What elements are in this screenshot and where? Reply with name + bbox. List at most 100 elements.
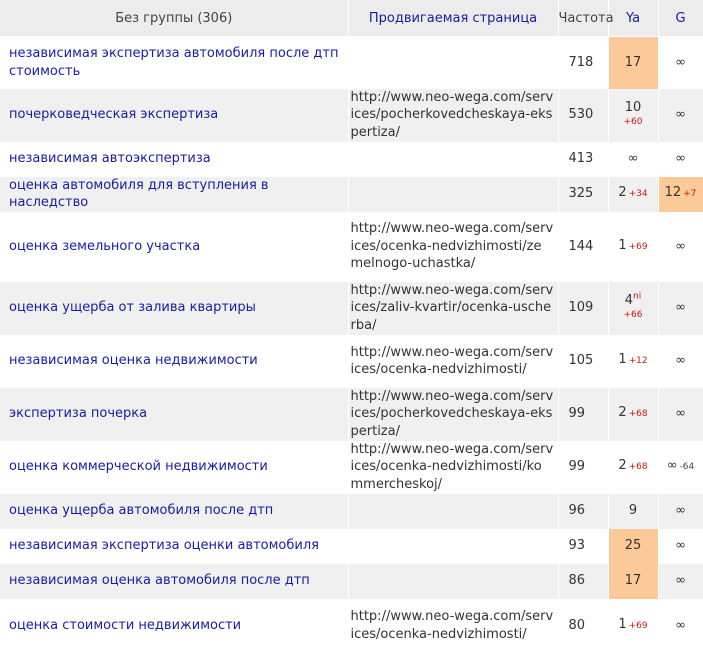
yandex-delta: +69 (628, 620, 648, 631)
google-header[interactable]: G (658, 0, 703, 37)
yandex-position: ∞ (608, 141, 659, 177)
keyword-link[interactable]: оценка земельного участка (0, 211, 349, 282)
rankings-table: Без группы (306) Продвигаемая страница Ч… (0, 0, 703, 653)
table-row: независимая экспертиза автомобиля после … (0, 36, 703, 89)
google-rank: ∞ (666, 458, 678, 474)
page-url (348, 528, 559, 564)
page-url (348, 36, 559, 89)
yandex-rank: 17 (624, 54, 642, 70)
frequency-value: 99 (558, 440, 609, 494)
yandex-delta: +60 (623, 116, 643, 127)
yandex-header[interactable]: Ya (608, 0, 659, 37)
page-url (348, 176, 559, 212)
yandex-position: 17 (608, 563, 659, 599)
google-rank: ∞ (675, 406, 686, 422)
keyword-link[interactable]: независимая экспертиза автомобиля после … (0, 36, 349, 89)
yandex-position: 2 +34 (608, 176, 659, 212)
yandex-position: 2 +68 (608, 440, 659, 494)
google-position: ∞ (658, 211, 703, 282)
yandex-position: 1 +69 (608, 211, 659, 282)
yandex-position: 1 +69 (608, 598, 659, 653)
frequency-value: 99 (558, 387, 609, 441)
frequency-header[interactable]: Частота (558, 0, 614, 37)
yandex-position: 1 +12 (608, 334, 659, 388)
yandex-rank: 9 (628, 503, 638, 519)
yandex-position: 2 +68 (608, 387, 659, 441)
google-position: ∞ (658, 598, 703, 653)
google-position: ∞ (658, 493, 703, 529)
yandex-delta: +68 (628, 462, 648, 473)
keyword-link[interactable]: независимая оценка автомобиля после дтп (0, 563, 349, 599)
google-position: ∞ (658, 36, 703, 89)
page-url: http://www.neo-wega.com/services/pocherk… (348, 88, 559, 142)
frequency-value: 530 (558, 88, 609, 142)
page-url (348, 141, 559, 177)
frequency-value: 413 (558, 141, 609, 177)
frequency-value: 93 (558, 528, 609, 564)
table-row: независимая автоэкспертиза 413 ∞ ∞ (0, 141, 703, 177)
yandex-rank: 1 (618, 237, 627, 253)
google-position: 12 +7 (658, 176, 703, 212)
google-rank: ∞ (675, 503, 686, 519)
yandex-position: 4ni +66 (608, 281, 659, 335)
google-rank: ∞ (675, 54, 686, 70)
page-url (348, 563, 559, 599)
frequency-value: 144 (558, 211, 609, 282)
yandex-rank: 2 (618, 185, 627, 201)
keyword-link[interactable]: независимая автоэкспертиза (0, 141, 349, 177)
keyword-link[interactable]: независимая экспертиза оценки автомобиля (0, 528, 349, 564)
table-row: оценка стоимости недвижимости http://www… (0, 598, 703, 653)
yandex-position: 25 (608, 528, 659, 564)
page-url: http://www.neo-wega.com/services/ocenka-… (348, 211, 559, 282)
yandex-rank: 4 (624, 292, 634, 308)
google-rank: ∞ (675, 151, 686, 167)
google-rank: ∞ (675, 538, 686, 554)
page-url (348, 493, 559, 529)
page-url: http://www.neo-wega.com/services/ocenka-… (348, 440, 559, 494)
keyword-link[interactable]: оценка ущерба автомобиля после дтп (0, 493, 349, 529)
frequency-value: 325 (558, 176, 609, 212)
page-url: http://www.neo-wega.com/services/zaliv-k… (348, 281, 559, 335)
google-rank: ∞ (675, 107, 686, 123)
table-row: экспертиза почерка http://www.neo-wega.c… (0, 387, 703, 441)
keyword-link[interactable]: независимая оценка недвижимости (0, 334, 349, 388)
google-delta: -64 (679, 462, 695, 473)
google-position: ∞ (658, 563, 703, 599)
frequency-value: 96 (558, 493, 609, 529)
table-row: оценка автомобиля для вступления в насле… (0, 176, 703, 212)
yandex-delta: +68 (628, 409, 648, 420)
yandex-position: 17 (608, 36, 659, 89)
yandex-rank-stack: 4ni +66 (624, 291, 643, 322)
group-header[interactable]: Без группы (306) (0, 0, 349, 37)
yandex-rank: 1 (618, 352, 627, 368)
keyword-link[interactable]: оценка ущерба от залива квартиры (0, 281, 349, 335)
keyword-link[interactable]: почерковедческая экспертиза (0, 88, 349, 142)
yandex-rank: 17 (624, 573, 642, 589)
table-row: оценка ущерба автомобиля после дтп 96 9 … (0, 493, 703, 529)
keyword-link[interactable]: оценка автомобиля для вступления в насле… (0, 176, 349, 212)
yandex-rank: 25 (624, 538, 642, 554)
yandex-rank: 2 (618, 458, 627, 474)
google-rank: ∞ (675, 238, 686, 254)
table-row: независимая оценка автомобиля после дтп … (0, 563, 703, 599)
keyword-link[interactable]: оценка коммерческой недвижимости (0, 440, 349, 494)
keyword-link[interactable]: экспертиза почерка (0, 387, 349, 441)
table-row: оценка земельного участка http://www.neo… (0, 211, 703, 282)
yandex-rank: 1 (618, 616, 627, 632)
keyword-link[interactable]: оценка стоимости недвижимости (0, 598, 349, 653)
frequency-value: 718 (558, 36, 609, 89)
yandex-rank: 2 (618, 405, 627, 421)
table-row: независимая оценка недвижимости http://w… (0, 334, 703, 388)
yandex-rank: ∞ (627, 151, 639, 167)
table-row: почерковедческая экспертиза http://www.n… (0, 88, 703, 142)
frequency-value: 80 (558, 598, 609, 653)
not-indexed-mark: ni (633, 291, 642, 302)
google-delta: +7 (683, 189, 697, 200)
promoted-page-header[interactable]: Продвигаемая страница (348, 0, 559, 37)
google-position: ∞ (658, 387, 703, 441)
yandex-position: 10 +60 (608, 88, 659, 142)
google-rank: ∞ (675, 300, 686, 316)
yandex-delta: +69 (628, 241, 648, 252)
frequency-value: 86 (558, 563, 609, 599)
table-row: независимая экспертиза оценки автомобиля… (0, 528, 703, 564)
